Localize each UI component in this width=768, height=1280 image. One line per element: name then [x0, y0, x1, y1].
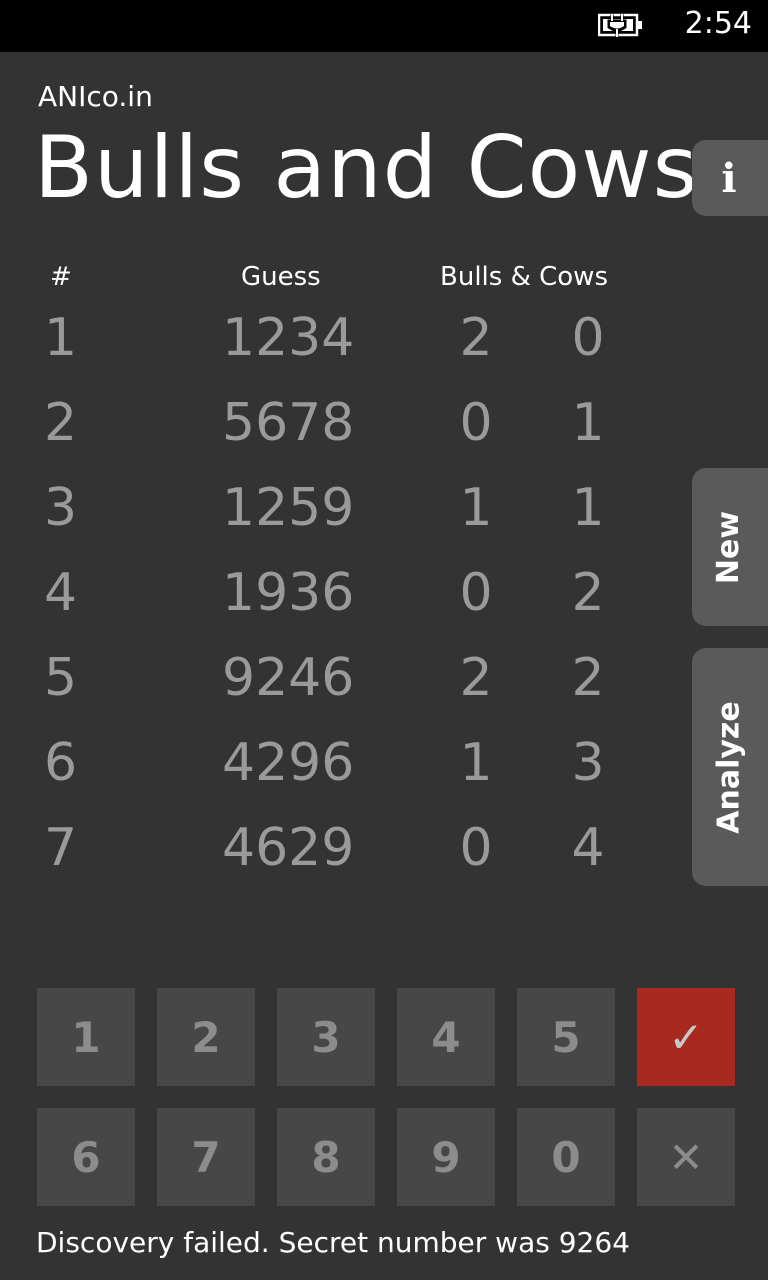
row-cows: 4: [571, 818, 605, 878]
info-button[interactable]: i: [692, 140, 768, 216]
column-header-number: #: [50, 262, 72, 292]
row-number: 7: [44, 818, 78, 878]
battery-charging-icon: [598, 13, 642, 37]
row-number: 4: [44, 563, 78, 623]
row-guess: 1234: [222, 308, 355, 368]
row-cows: 0: [571, 308, 605, 368]
row-bulls: 1: [459, 478, 493, 538]
row-number: 3: [44, 478, 78, 538]
key-2[interactable]: 2: [157, 988, 255, 1086]
new-game-button[interactable]: New: [692, 468, 768, 626]
row-number: 6: [44, 733, 78, 793]
clock: 2:54: [684, 6, 752, 41]
row-number: 5: [44, 648, 78, 708]
row-number: 1: [44, 308, 78, 368]
guess-table: 1 1234 2 0 2 5678 0 1 3 1259 1 1 4 1936 …: [0, 306, 680, 901]
table-row: 5 9246 2 2: [0, 646, 680, 731]
row-bulls: 2: [459, 648, 493, 708]
clear-button[interactable]: ✕: [637, 1108, 735, 1206]
key-0[interactable]: 0: [517, 1108, 615, 1206]
key-3[interactable]: 3: [277, 988, 375, 1086]
row-guess: 4296: [222, 733, 355, 793]
row-guess: 4629: [222, 818, 355, 878]
new-game-label: New: [711, 510, 747, 584]
app-subtitle: ANIco.in: [38, 80, 153, 113]
row-number: 2: [44, 393, 78, 453]
key-4[interactable]: 4: [397, 988, 495, 1086]
row-guess: 1259: [222, 478, 355, 538]
analyze-button[interactable]: Analyze: [692, 648, 768, 886]
row-bulls: 1: [459, 733, 493, 793]
table-row: 7 4629 0 4: [0, 816, 680, 901]
row-cows: 2: [571, 648, 605, 708]
analyze-label: Analyze: [711, 700, 747, 834]
key-7[interactable]: 7: [157, 1108, 255, 1206]
row-guess: 1936: [222, 563, 355, 623]
row-cows: 1: [571, 478, 605, 538]
page-title: Bulls and Cows: [34, 118, 699, 218]
row-bulls: 0: [459, 563, 493, 623]
key-8[interactable]: 8: [277, 1108, 375, 1206]
status-bar: 2:54: [0, 0, 768, 52]
row-cows: 1: [571, 393, 605, 453]
close-icon: ✕: [668, 1132, 704, 1182]
table-row: 1 1234 2 0: [0, 306, 680, 391]
row-guess: 5678: [222, 393, 355, 453]
info-icon: i: [721, 154, 737, 202]
table-row: 2 5678 0 1: [0, 391, 680, 476]
row-guess: 9246: [222, 648, 355, 708]
row-bulls: 0: [459, 818, 493, 878]
row-cows: 2: [571, 563, 605, 623]
check-icon: ✓: [668, 1012, 704, 1062]
key-5[interactable]: 5: [517, 988, 615, 1086]
row-bulls: 2: [459, 308, 493, 368]
submit-button[interactable]: ✓: [637, 988, 735, 1086]
column-header-guess: Guess: [241, 262, 321, 292]
status-message: Discovery failed. Secret number was 9264: [36, 1226, 630, 1259]
app-screen: 2:54 ANIco.in Bulls and Cows i New Analy…: [0, 0, 768, 1280]
row-cows: 3: [571, 733, 605, 793]
table-row: 6 4296 1 3: [0, 731, 680, 816]
row-bulls: 0: [459, 393, 493, 453]
column-header-bulls-cows: Bulls & Cows: [440, 262, 608, 292]
table-row: 4 1936 0 2: [0, 561, 680, 646]
key-1[interactable]: 1: [37, 988, 135, 1086]
table-row: 3 1259 1 1: [0, 476, 680, 561]
key-6[interactable]: 6: [37, 1108, 135, 1206]
key-9[interactable]: 9: [397, 1108, 495, 1206]
